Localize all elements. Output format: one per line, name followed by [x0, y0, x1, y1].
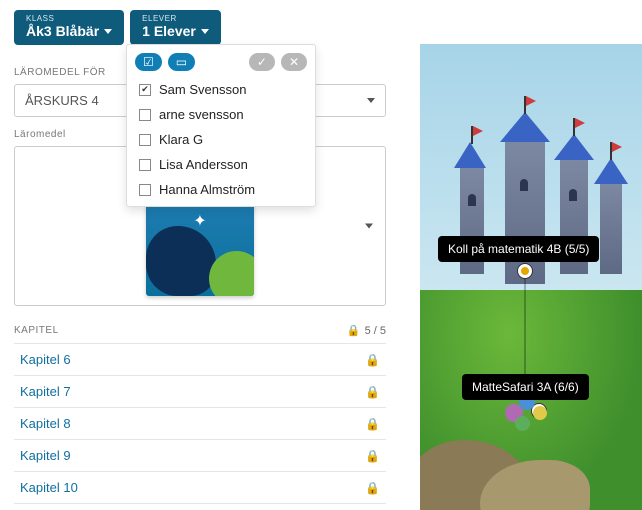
checkbox[interactable] — [139, 184, 151, 196]
kapitel-title: Kapitel 9 — [20, 448, 71, 463]
checkbox[interactable] — [139, 84, 151, 96]
student-option[interactable]: Hanna Almström — [127, 177, 315, 202]
castle-illustration — [450, 124, 630, 304]
lock-icon: 🔒 — [347, 324, 361, 337]
chevron-down-icon — [367, 98, 375, 103]
kapitel-row[interactable]: Kapitel 8 🔒 — [14, 408, 386, 440]
kapitel-title: Kapitel 7 — [20, 384, 71, 399]
map-marker-1[interactable] — [518, 264, 532, 278]
class-select-button[interactable]: KLASS Åk3 Blåbär — [14, 10, 124, 45]
kapitel-label: KAPITEL — [14, 325, 59, 336]
map-tooltip-2: MatteSafari 3A (6/6) — [462, 374, 589, 400]
students-small-label: ELEVER — [142, 14, 177, 23]
deselect-all-button[interactable]: ▭ — [168, 53, 195, 71]
world-map[interactable]: Koll på matematik 4B (5/5) MatteSafari 3… — [420, 44, 642, 510]
checkbox[interactable] — [139, 109, 151, 121]
kapitel-row[interactable]: Kapitel 6 🔒 — [14, 344, 386, 376]
kapitel-row[interactable]: Kapitel 9 🔒 — [14, 440, 386, 472]
chevron-down-icon — [365, 224, 373, 229]
balloons-illustration — [505, 394, 565, 444]
map-tooltip-1: Koll på matematik 4B (5/5) — [438, 236, 599, 262]
kapitel-row[interactable]: Kapitel 7 🔒 — [14, 376, 386, 408]
student-name: Hanna Almström — [159, 182, 255, 197]
kapitel-title: Kapitel 10 — [20, 480, 78, 495]
kapitel-count: 5 / 5 — [365, 325, 386, 337]
uncheck-all-icon: ▭ — [176, 55, 187, 69]
chevron-down-icon — [201, 29, 209, 34]
checkbox[interactable] — [139, 134, 151, 146]
student-name: arne svensson — [159, 107, 244, 122]
student-option[interactable]: Klara G — [127, 127, 315, 152]
lock-icon: 🔒 — [365, 417, 380, 431]
class-value: Åk3 Blåbär — [26, 23, 99, 39]
cancel-button[interactable]: ✕ — [281, 53, 307, 71]
students-select-button[interactable]: ELEVER 1 Elever — [130, 10, 221, 45]
check-all-icon: ☑ — [143, 55, 154, 69]
student-option[interactable]: Sam Svensson — [127, 77, 315, 102]
star-icon: ✦ — [193, 211, 206, 231]
lock-icon: 🔒 — [365, 385, 380, 399]
student-option[interactable]: Lisa Andersson — [127, 152, 315, 177]
students-value: 1 Elever — [142, 23, 196, 39]
student-name: Lisa Andersson — [159, 157, 248, 172]
kapitel-row[interactable]: Kapitel 10 🔒 — [14, 472, 386, 504]
confirm-button[interactable]: ✓ — [249, 53, 275, 71]
students-dropdown: ☑ ▭ ✓ ✕ Sam Svensson arne svensson Klara G… — [126, 44, 316, 207]
student-option[interactable]: arne svensson — [127, 102, 315, 127]
kapitel-title: Kapitel 6 — [20, 352, 71, 367]
lock-icon: 🔒 — [365, 353, 380, 367]
student-name: Klara G — [159, 132, 203, 147]
class-small-label: KLASS — [26, 14, 54, 23]
lock-icon: 🔒 — [365, 449, 380, 463]
student-name: Sam Svensson — [159, 82, 246, 97]
course-select-value: ÅRSKURS 4 — [25, 93, 99, 108]
chevron-down-icon — [104, 29, 112, 34]
kapitel-title: Kapitel 8 — [20, 416, 71, 431]
check-icon: ✓ — [257, 55, 267, 69]
lock-icon: 🔒 — [365, 481, 380, 495]
checkbox[interactable] — [139, 159, 151, 171]
select-all-button[interactable]: ☑ — [135, 53, 162, 71]
close-icon: ✕ — [289, 55, 299, 69]
